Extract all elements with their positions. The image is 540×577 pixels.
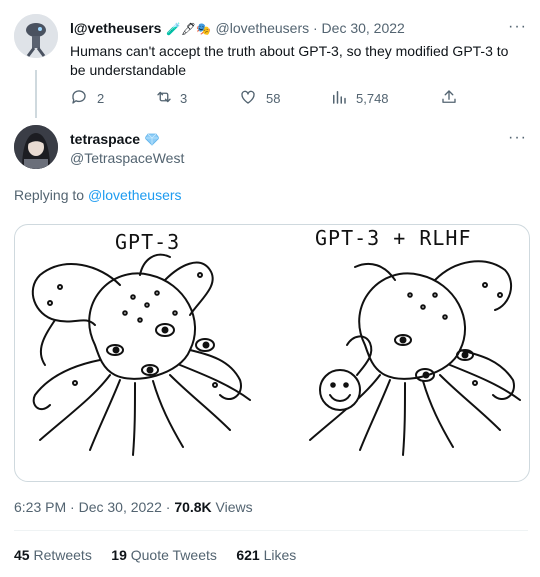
handle-date[interactable]: @lovetheusers · Dec 30, 2022: [216, 20, 405, 36]
retweets-stat[interactable]: 45 Retweets: [14, 547, 92, 563]
likes-stat[interactable]: 621 Likes: [236, 547, 296, 563]
replying-handle-link[interactable]: @lovetheusers: [88, 187, 182, 203]
reply-icon[interactable]: [70, 88, 88, 106]
verified-diamond-icon: [143, 132, 160, 151]
quote-tweets-number: 19: [111, 547, 127, 563]
more-options-icon[interactable]: ···: [508, 18, 527, 36]
more-options-icon[interactable]: ···: [508, 129, 527, 147]
main-author: tetraspace: [70, 131, 160, 151]
quote-tweets-label: Quote Tweets: [126, 547, 217, 563]
retweets-number: 45: [14, 547, 30, 563]
views-label: Views: [211, 499, 253, 515]
handle[interactable]: @TetraspaceWest: [70, 150, 184, 166]
name-emojis: 🧪🖋🎭: [165, 22, 212, 36]
engagement-stats: 45 Retweets 19 Quote Tweets 621 Likes: [14, 546, 296, 565]
display-name[interactable]: l@vetheusers: [70, 20, 161, 36]
avatar-tetraspace[interactable]: [14, 125, 58, 169]
avatar-lovetheusers[interactable]: [14, 14, 58, 58]
left-caption: GPT-3: [115, 230, 180, 254]
timestamp[interactable]: 6:23 PM · Dec 30, 2022 ·: [14, 499, 174, 515]
tweet-image[interactable]: GPT-3 GPT-3 + RLHF: [14, 224, 530, 482]
retweet-count: 3: [180, 91, 188, 106]
likes-number: 621: [236, 547, 260, 563]
likes-label: Likes: [259, 547, 297, 563]
anime-avatar-icon: [14, 125, 58, 169]
tweet-text: Humans can't accept the truth about GPT-…: [70, 43, 509, 78]
left-monster-sketch: [31, 253, 251, 456]
views-number: 70.8K: [174, 499, 212, 515]
thread-connector: [35, 70, 37, 118]
share-icon[interactable]: [440, 88, 458, 106]
display-name[interactable]: tetraspace: [70, 131, 140, 147]
replying-prefix: Replying to: [14, 187, 88, 203]
timestamp-row: 6:23 PM · Dec 30, 2022 · 70.8K Views: [14, 498, 253, 517]
views-chart-icon[interactable]: [330, 88, 348, 106]
octopus-sketch-drawing: GPT-3 GPT-3 + RLHF: [31, 226, 521, 456]
like-icon[interactable]: [239, 88, 257, 106]
reply-count: 2: [97, 91, 105, 106]
divider: [14, 530, 528, 531]
retweets-label: Retweets: [29, 547, 92, 563]
views-count: 5,748: [356, 91, 389, 106]
right-caption: GPT-3 + RLHF: [315, 226, 472, 250]
reply-header: l@vetheusers 🧪🖋🎭 @lovetheusers · Dec 30,…: [70, 20, 405, 38]
replying-to: Replying to @lovetheusers: [14, 186, 182, 205]
right-monster-sketch: [309, 260, 521, 456]
like-count: 58: [266, 91, 281, 106]
quote-tweets-stat[interactable]: 19 Quote Tweets: [111, 547, 217, 563]
robot-avatar-icon: [14, 14, 58, 58]
retweet-icon[interactable]: [155, 88, 173, 106]
